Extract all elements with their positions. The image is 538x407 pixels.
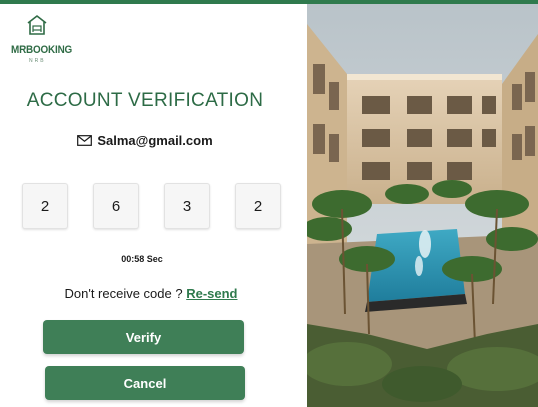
- envelope-icon: [77, 135, 93, 146]
- resend-link[interactable]: Re-send: [186, 286, 237, 301]
- cancel-button[interactable]: Cancel: [45, 366, 245, 400]
- brand-tagline: NRB: [29, 58, 46, 64]
- page-title: ACCOUNT VERIFICATION: [26, 90, 264, 111]
- email-row: Salma@gmail.com: [0, 133, 290, 148]
- hotel-courtyard-pool-photo: [307, 4, 538, 407]
- hero-image: [307, 4, 538, 407]
- brand-name: MRBOOKING: [11, 44, 73, 56]
- code-digit-3[interactable]: 3: [164, 183, 210, 229]
- resend-prompt: Don't receive code ?: [64, 286, 187, 301]
- verify-button[interactable]: Verify: [43, 320, 244, 354]
- resend-row: Don't receive code ? Re-send: [0, 286, 302, 301]
- email-address: Salma@gmail.com: [97, 133, 213, 148]
- code-digit-1[interactable]: 2: [22, 183, 68, 229]
- house-bed-icon: [27, 15, 47, 35]
- countdown-timer: 00:58 Sec: [121, 254, 163, 264]
- code-digit-2[interactable]: 6: [93, 183, 139, 229]
- verification-panel: MRBOOKING NRB ACCOUNT VERIFICATION Salma…: [0, 4, 307, 407]
- brand-logo: MRBOOKING NRB: [11, 14, 72, 64]
- code-digit-4[interactable]: 2: [235, 183, 281, 229]
